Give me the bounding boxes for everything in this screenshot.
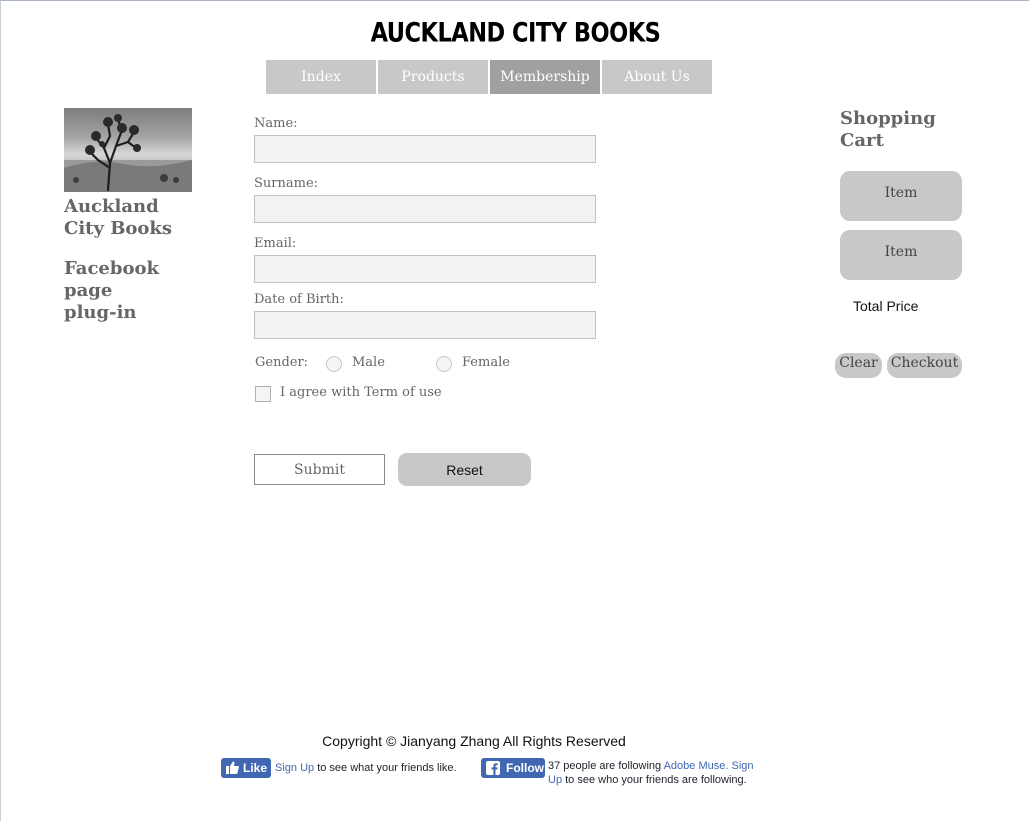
follow-text-2: to see who your friends are following. <box>565 774 747 786</box>
joshua-tree-photo <box>64 108 192 192</box>
follow-caption: 37 people are following Adobe Muse. Sign… <box>548 759 763 787</box>
dob-input[interactable] <box>254 311 596 339</box>
terms-label: I agree with Term of use <box>280 385 442 400</box>
like-caption: Sign Up to see what your friends like. <box>275 762 457 774</box>
male-label: Male <box>352 355 385 370</box>
left-sidebar: Auckland City Books Facebook page plug-i… <box>64 108 204 324</box>
submit-button[interactable]: Submit <box>254 454 385 485</box>
thumbs-up-icon <box>226 761 239 774</box>
nav-membership[interactable]: Membership <box>490 60 600 94</box>
nav-index[interactable]: Index <box>266 60 376 94</box>
membership-form: Name: Surname: Email: Date of Birth: Gen… <box>254 115 599 486</box>
like-label: Like <box>243 761 268 775</box>
name-input[interactable] <box>254 135 596 163</box>
follow-page-link[interactable]: Adobe Muse. <box>664 760 729 772</box>
cart-item[interactable]: Item <box>840 171 962 221</box>
email-label: Email: <box>254 236 297 251</box>
like-signup-link[interactable]: Sign Up <box>275 762 314 774</box>
female-label: Female <box>462 355 510 370</box>
brand-name: Auckland City Books <box>64 196 173 239</box>
follow-label: Follow <box>506 761 544 775</box>
follow-text: 37 people are following <box>548 760 662 772</box>
nav-about-us[interactable]: About Us <box>602 60 712 94</box>
male-radio[interactable] <box>326 356 342 372</box>
facebook-follow-button[interactable]: Follow <box>481 758 545 778</box>
terms-checkbox[interactable] <box>255 386 271 402</box>
gender-label: Gender: <box>255 355 309 370</box>
cart-title: Shopping Cart <box>840 108 936 151</box>
nav-products[interactable]: Products <box>378 60 488 94</box>
shopping-cart: Shopping Cart Item Item Total Price Clea… <box>835 108 970 378</box>
facebook-like-button[interactable]: Like <box>221 758 271 778</box>
facebook-icon <box>486 761 500 775</box>
cart-item[interactable]: Item <box>840 230 962 280</box>
site-title: AUCKLAND CITY BOOKS <box>370 16 661 49</box>
reset-button[interactable]: Reset <box>398 453 531 486</box>
joshua-tree-image <box>64 114 192 192</box>
like-text: to see what your friends like. <box>317 762 457 774</box>
gender-row: Gender: Male Female <box>254 355 599 375</box>
main-nav: Index Products Membership About Us <box>266 60 712 94</box>
clear-button[interactable]: Clear <box>835 353 882 378</box>
facebook-plugin-placeholder: Facebook page plug-in <box>64 258 159 323</box>
total-price: Total Price <box>853 298 919 314</box>
copyright: Copyright © Jianyang Zhang All Rights Re… <box>322 733 626 749</box>
checkout-button[interactable]: Checkout <box>887 353 962 378</box>
dob-label: Date of Birth: <box>254 292 344 307</box>
name-label: Name: <box>254 116 298 131</box>
surname-input[interactable] <box>254 195 596 223</box>
email-input[interactable] <box>254 255 596 283</box>
female-radio[interactable] <box>436 356 452 372</box>
surname-label: Surname: <box>254 176 319 191</box>
